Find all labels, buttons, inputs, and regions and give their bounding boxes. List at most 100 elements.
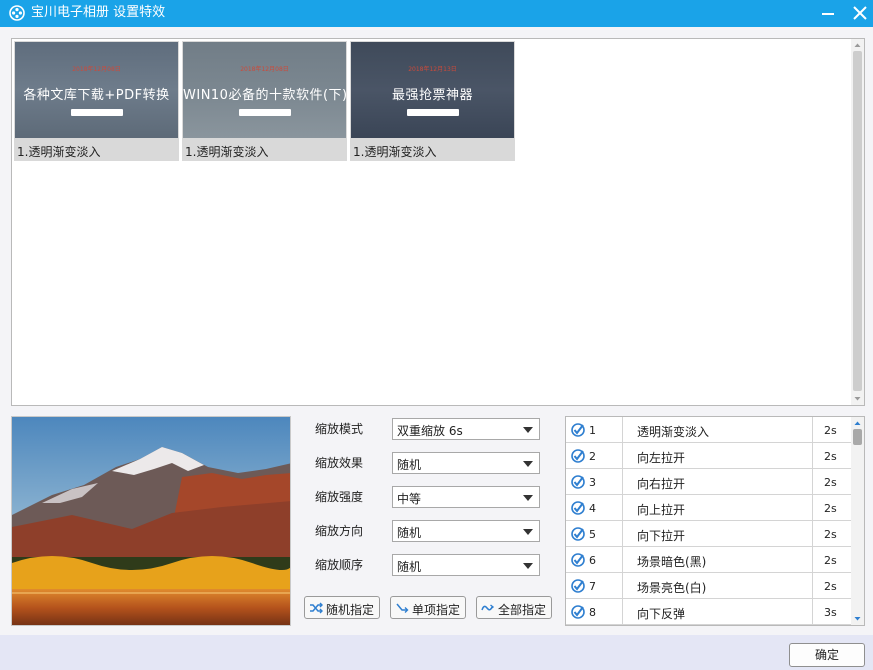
- effect-row[interactable]: 7 场景亮色(白) 2s: [566, 573, 852, 599]
- window-title: 宝川电子相册 设置特效: [31, 5, 166, 20]
- title-bar: 宝川电子相册 设置特效: [0, 0, 873, 27]
- effect-name: 向左拉开: [637, 451, 686, 465]
- minimize-icon: [822, 13, 834, 15]
- button-label: 全部指定: [498, 603, 547, 617]
- button-label: 单项指定: [412, 603, 461, 617]
- random-assign-button[interactable]: 随机指定: [304, 596, 380, 619]
- effect-check-icon: [571, 579, 585, 593]
- effect-check-icon: [571, 423, 585, 437]
- effect-row[interactable]: 6 场景暗色(黑) 2s: [566, 547, 852, 573]
- effect-number: 6: [589, 554, 596, 567]
- zoom-strength-select[interactable]: 中等: [392, 486, 540, 508]
- close-button[interactable]: [849, 3, 871, 23]
- select-value: 随机: [397, 560, 422, 574]
- chevron-down-icon: [523, 461, 533, 467]
- chevron-down-icon: [523, 495, 533, 501]
- effect-name: 场景暗色(黑): [637, 555, 707, 569]
- photo-item[interactable]: 2018年12月13日 最强抢票神器 1.透明渐变淡入: [350, 41, 515, 161]
- banner-date: 2018年12月13日: [408, 66, 457, 73]
- photo-caption: 1.透明渐变淡入: [353, 145, 437, 159]
- banner-text: 最强抢票神器: [391, 88, 473, 103]
- effect-duration: 2s: [824, 554, 837, 567]
- preview-image: [11, 416, 291, 626]
- select-value: 随机: [397, 526, 422, 540]
- effect-check-icon: [571, 449, 585, 463]
- effect-check-icon: [571, 527, 585, 541]
- zoom-order-select[interactable]: 随机: [392, 554, 540, 576]
- effect-row[interactable]: 2 向左拉开 2s: [566, 443, 852, 469]
- scroll-down-icon[interactable]: [851, 613, 864, 625]
- effect-number: 7: [589, 580, 596, 593]
- chevron-down-icon: [523, 427, 533, 433]
- scroll-up-icon[interactable]: [851, 39, 864, 51]
- effect-number: 5: [589, 528, 596, 541]
- effect-duration: 2s: [824, 528, 837, 541]
- photo-thumbnail: 2018年12月08日 WIN10必备的十款软件(下): [183, 42, 346, 138]
- minimize-button[interactable]: [817, 3, 839, 23]
- effect-number: 1: [589, 424, 596, 437]
- banner-text: WIN10必备的十款软件(下): [183, 88, 346, 103]
- effects-list: 1 透明渐变淡入 2s 2 向左拉开 2s 3 向右拉开 2s 4 向上拉开 2…: [565, 416, 865, 626]
- effect-row[interactable]: 5 向下拉开 2s: [566, 521, 852, 547]
- zoom-strength-label: 缩放强度: [315, 490, 364, 504]
- scroll-up-icon[interactable]: [851, 417, 864, 429]
- select-value: 中等: [397, 492, 422, 506]
- effect-number: 2: [589, 450, 596, 463]
- banner-subtitle-bar: [239, 109, 291, 116]
- effect-row[interactable]: 8 向下反弹 3s: [566, 599, 852, 625]
- down-right-arrow-icon: [396, 603, 409, 613]
- effect-name: 向下拉开: [637, 529, 686, 543]
- zoom-effect-label: 缩放效果: [315, 456, 364, 470]
- single-assign-button[interactable]: 单项指定: [390, 596, 466, 619]
- banner-subtitle-bar: [71, 109, 123, 116]
- button-label: 随机指定: [326, 603, 375, 617]
- effect-name: 向下反弹: [637, 607, 686, 621]
- effect-name: 向右拉开: [637, 477, 686, 491]
- all-assign-button[interactable]: 全部指定: [476, 596, 552, 619]
- effect-duration: 2s: [824, 502, 837, 515]
- ok-button[interactable]: 确定: [789, 643, 865, 667]
- effects-list-scrollbar[interactable]: [851, 417, 864, 625]
- effect-number: 8: [589, 606, 596, 619]
- scrollbar-thumb[interactable]: [853, 51, 862, 391]
- zoom-mode-select[interactable]: 双重缩放 6s: [392, 418, 540, 440]
- close-icon: [853, 6, 867, 20]
- photo-thumbnail: 2018年12月13日 最强抢票神器: [351, 42, 514, 138]
- effect-duration: 2s: [824, 424, 837, 437]
- banner-subtitle-bar: [407, 109, 459, 116]
- zoom-effect-select[interactable]: 随机: [392, 452, 540, 474]
- effect-check-icon: [571, 553, 585, 567]
- banner-text: 各种文库下载+PDF转换: [23, 88, 170, 103]
- chevron-down-icon: [523, 529, 533, 535]
- effect-row[interactable]: 4 向上拉开 2s: [566, 495, 852, 521]
- photo-item[interactable]: 2018年12月08日 WIN10必备的十款软件(下) 1.透明渐变淡入: [182, 41, 347, 161]
- effect-duration: 2s: [824, 580, 837, 593]
- effect-name: 向上拉开: [637, 503, 686, 517]
- effect-number: 4: [589, 502, 596, 515]
- effect-check-icon: [571, 501, 585, 515]
- photo-panel: 2018年12月08日 各种文库下载+PDF转换 1.透明渐变淡入 2018年1…: [11, 38, 865, 406]
- scroll-down-icon[interactable]: [851, 393, 864, 405]
- zoom-order-label: 缩放顺序: [315, 558, 364, 572]
- zoom-mode-label: 缩放模式: [315, 422, 364, 436]
- bottom-bar: [0, 635, 873, 670]
- photo-caption: 1.透明渐变淡入: [185, 145, 269, 159]
- effect-row[interactable]: 1 透明渐变淡入 2s: [566, 417, 852, 443]
- effect-check-icon: [571, 475, 585, 489]
- wave-arrow-icon: [481, 604, 495, 611]
- banner-date: 2018年12月08日: [240, 66, 289, 73]
- select-value: 随机: [397, 458, 422, 472]
- effect-row[interactable]: 3 向右拉开 2s: [566, 469, 852, 495]
- effect-number: 3: [589, 476, 596, 489]
- zoom-direction-select[interactable]: 随机: [392, 520, 540, 542]
- shuffle-icon: [310, 602, 323, 614]
- effect-name: 场景亮色(白): [637, 581, 707, 595]
- photo-item[interactable]: 2018年12月08日 各种文库下载+PDF转换 1.透明渐变淡入: [14, 41, 179, 161]
- photo-caption: 1.透明渐变淡入: [17, 145, 101, 159]
- zoom-direction-label: 缩放方向: [315, 524, 364, 538]
- chevron-down-icon: [523, 563, 533, 569]
- effect-name: 透明渐变淡入: [637, 425, 710, 439]
- scrollbar-thumb[interactable]: [853, 429, 862, 445]
- photo-thumbnail: 2018年12月08日 各种文库下载+PDF转换: [15, 42, 178, 138]
- photo-panel-scrollbar[interactable]: [851, 39, 864, 405]
